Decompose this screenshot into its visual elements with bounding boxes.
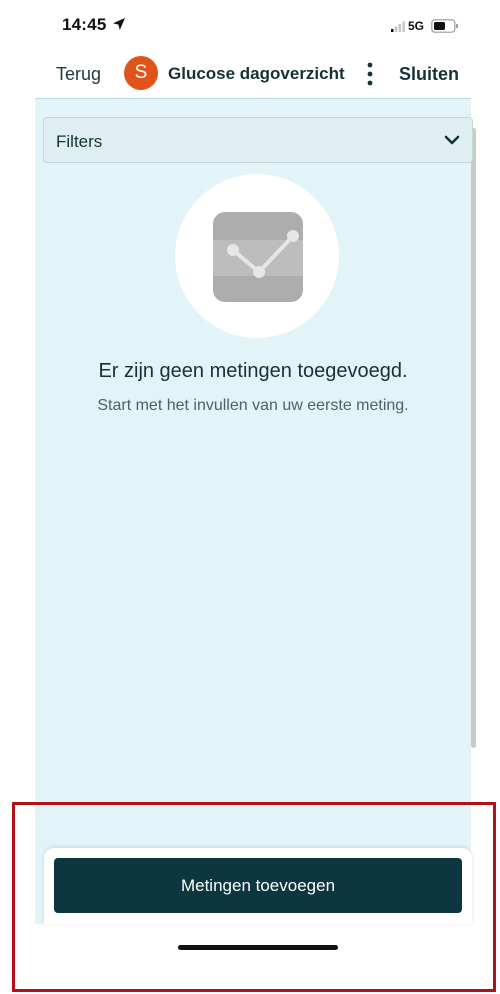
status-time: 14:45: [62, 15, 107, 34]
signal-bars-icon: [391, 21, 405, 32]
avatar-letter: S: [134, 62, 148, 83]
home-indicator[interactable]: [178, 945, 338, 950]
filters-dropdown[interactable]: Filters: [43, 117, 473, 163]
status-bar: 14:45 5G: [0, 0, 500, 40]
scrollbar[interactable]: [471, 128, 476, 748]
location-arrow-icon: [113, 18, 125, 30]
line-chart-icon: [213, 212, 303, 302]
close-button[interactable]: Sluiten: [399, 64, 459, 85]
filters-label: Filters: [56, 132, 103, 151]
battery-icon: [431, 19, 458, 33]
back-button[interactable]: Terug: [56, 64, 101, 85]
empty-state-title: Er zijn geen metingen toegevoegd.: [98, 360, 408, 382]
more-vertical-icon[interactable]: [363, 61, 377, 87]
add-measurements-button[interactable]: Metingen toevoegen: [54, 858, 462, 913]
page-title: Glucose dagoverzicht: [168, 64, 345, 83]
network-label: 5G: [408, 19, 425, 33]
avatar[interactable]: S: [124, 56, 158, 90]
nav-bar: Terug S Glucose dagoverzicht Sluiten: [0, 48, 500, 98]
empty-state-subtitle: Start met het invullen van uw eerste met…: [97, 397, 409, 414]
chevron-down-icon: [444, 135, 460, 145]
